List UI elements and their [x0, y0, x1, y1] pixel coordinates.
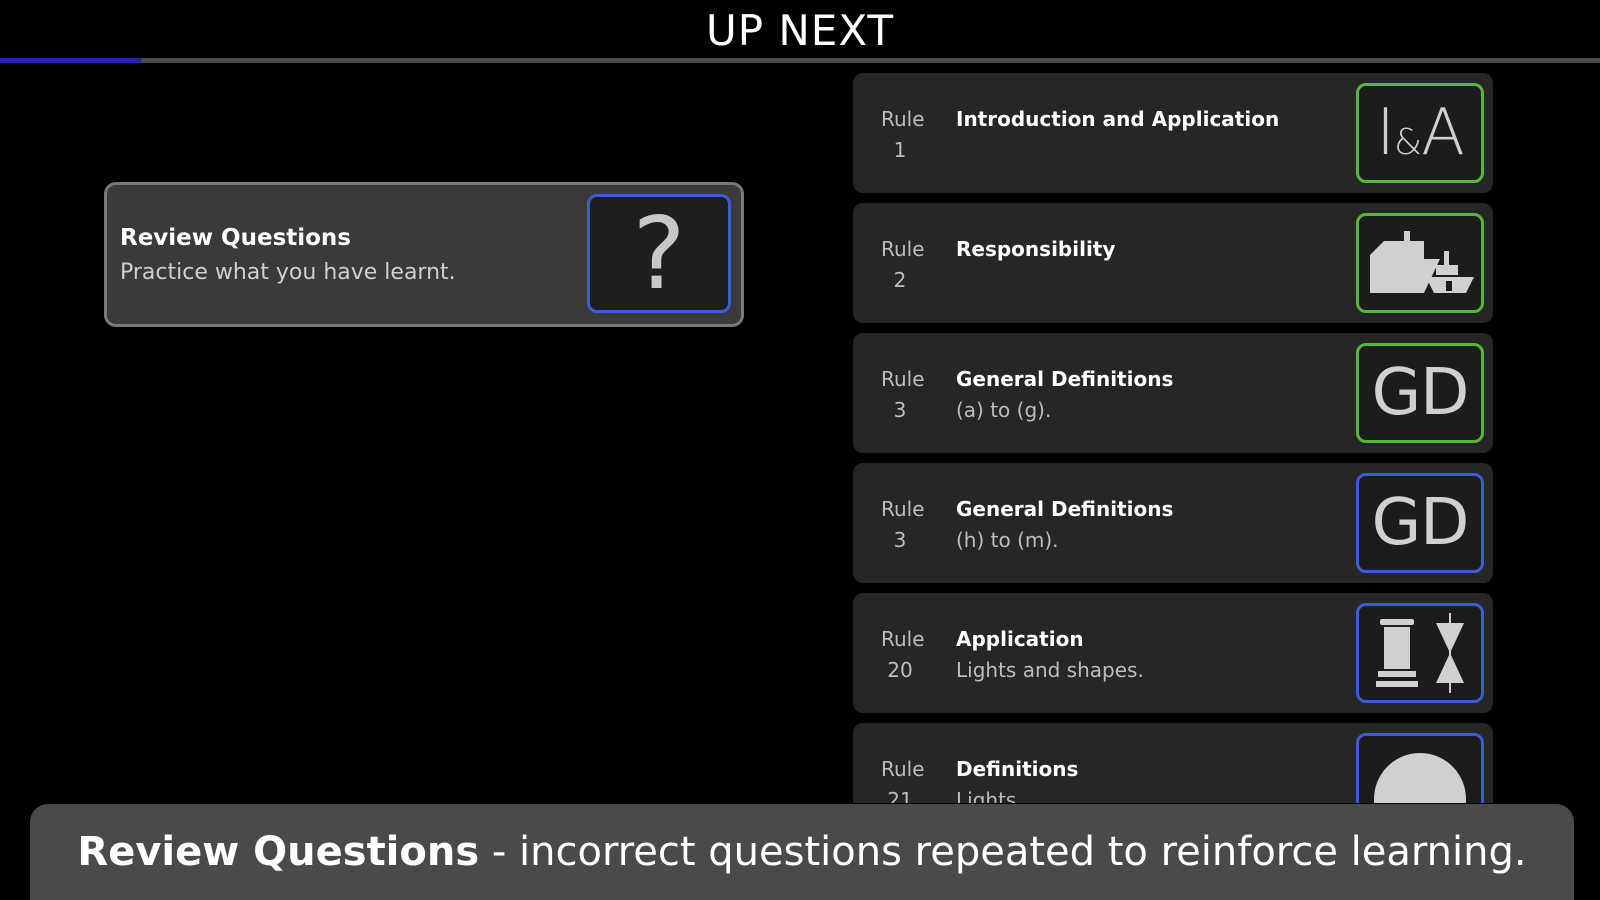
rule-title: Application: [956, 627, 1084, 651]
gd-icon: GD: [1356, 343, 1484, 443]
rule-label: Rule: [881, 757, 925, 781]
rule-subtitle: Lights: [956, 788, 1017, 803]
caption-text: - incorrect questions repeated to reinfo…: [479, 829, 1527, 875]
rule-label: Rule: [881, 367, 925, 391]
gd-icon: GD: [1356, 473, 1484, 573]
header-title: UP NEXT: [705, 6, 895, 55]
rule-subtitle: Lights and shapes.: [956, 658, 1144, 682]
rule-title: General Definitions: [956, 367, 1174, 391]
caption-bar: Review Questions - incorrect questions r…: [30, 804, 1574, 900]
rule-label: Rule: [881, 497, 925, 521]
rule-label: Rule: [881, 627, 925, 651]
caption-bold: Review Questions: [77, 829, 480, 875]
progress-bar-fill: [0, 58, 141, 63]
rule-card-5[interactable]: Rule 20 Application Lights and shapes.: [853, 593, 1493, 713]
progress-bar: [0, 58, 1600, 63]
review-questions-card[interactable]: Review Questions Practice what you have …: [104, 182, 744, 327]
rule-card-2[interactable]: Rule 2 Responsibility: [853, 203, 1493, 323]
rule-title: Introduction and Application: [956, 107, 1280, 131]
lights-and-shapes-icon: [1356, 603, 1484, 703]
rule-number: 20: [887, 658, 913, 682]
question-mark-icon: ?: [587, 194, 731, 313]
rule-title: Responsibility: [956, 237, 1116, 261]
rule-card-6[interactable]: Rule 21 Definitions Lights: [853, 723, 1493, 803]
review-questions-title: Review Questions: [120, 225, 351, 251]
rule-label: Rule: [881, 237, 925, 261]
rule-number: 3: [893, 528, 907, 552]
rule-subtitle: (h) to (m).: [956, 528, 1059, 552]
rule-number: 3: [893, 398, 907, 422]
rule-label: Rule: [881, 107, 925, 131]
rule-title: Definitions: [956, 757, 1079, 781]
i-and-a-icon: I&A: [1356, 83, 1484, 183]
rule-card-3[interactable]: Rule 3 General Definitions (a) to (g). G…: [853, 333, 1493, 453]
rule-number: 1: [893, 138, 907, 162]
ships-icon: [1356, 213, 1484, 313]
rule-card-1[interactable]: Rule 1 Introduction and Application I&A: [853, 73, 1493, 193]
rule-number: 21: [887, 788, 913, 803]
rule-title: General Definitions: [956, 497, 1174, 521]
rule-subtitle: (a) to (g).: [956, 398, 1052, 422]
light-circle-icon: [1356, 733, 1484, 803]
rule-number: 2: [893, 268, 907, 292]
review-questions-subtitle: Practice what you have learnt.: [120, 260, 456, 285]
rule-list[interactable]: Rule 1 Introduction and Application I&A …: [853, 73, 1493, 803]
rule-card-4[interactable]: Rule 3 General Definitions (h) to (m). G…: [853, 463, 1493, 583]
